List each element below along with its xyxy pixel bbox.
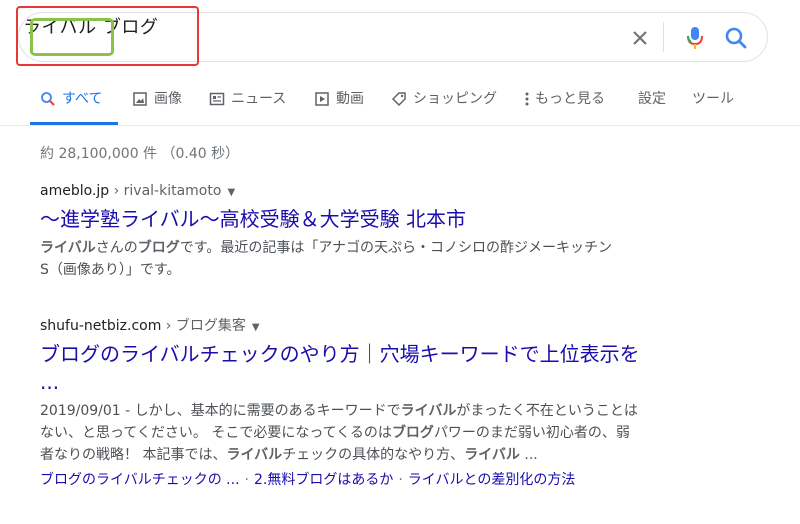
tab-label: もっと見る: [535, 91, 605, 107]
sitelink[interactable]: 2.無料ブログはあるか: [254, 472, 393, 488]
snippet-text: 2019/09/01 - しかし、基本的に需要のあるキーワードで: [40, 403, 401, 419]
tab-label: 画像: [154, 91, 182, 107]
tab-shopping[interactable]: ショッピング: [391, 88, 497, 124]
result-url[interactable]: ameblo.jp › rival-kitamoto ▼: [40, 181, 740, 201]
tab-label: 動画: [336, 91, 364, 107]
news-icon: [209, 92, 225, 106]
more-vert-icon: [525, 92, 529, 106]
result-title-line: ...: [40, 370, 60, 394]
snippet-bold: ライバル: [40, 240, 96, 256]
result-domain: shufu-netbiz.com: [40, 318, 162, 334]
search-tabs: すべて 画像 ニュース 動画 ショッピング もっと見る 設定 ツール: [0, 88, 800, 124]
snippet-text: パワーのまだ弱い初心者の、弱: [433, 425, 630, 441]
snippet-text: チェックの具体的なやり方、: [282, 447, 465, 463]
result-stats: 約 28,100,000 件 （0.40 秒）: [40, 146, 240, 162]
sitelink[interactable]: ブログのライバルチェックの ...: [40, 472, 240, 488]
tab-tools[interactable]: ツール: [692, 88, 734, 124]
search-icon: [41, 92, 55, 106]
result-snippet: 2019/09/01 - しかし、基本的に需要のあるキーワードでライバルがまった…: [40, 400, 740, 466]
tab-label: すべて: [62, 91, 103, 107]
tab-more[interactable]: もっと見る: [523, 88, 605, 124]
highlight-box-inner: [30, 18, 114, 56]
snippet-text: ...: [519, 447, 538, 463]
image-icon: [133, 92, 147, 106]
tab-label: ショッピング: [413, 91, 497, 107]
sitelink[interactable]: ライバルとの差別化の方法: [408, 472, 576, 488]
sitelink-separator: ·: [244, 472, 249, 488]
tab-images[interactable]: 画像: [132, 88, 182, 124]
tabs-divider: [0, 125, 800, 126]
search-result: ameblo.jp › rival-kitamoto ▼ ～進学塾ライバル～高校受…: [40, 181, 740, 281]
tag-icon: [391, 92, 406, 107]
snippet-bold: ライバル: [400, 403, 457, 419]
tab-settings[interactable]: 設定: [638, 88, 666, 124]
snippet-text: さんの: [95, 240, 138, 256]
snippet-bold: ライバル: [226, 447, 283, 463]
mic-icon[interactable]: [683, 25, 707, 51]
tab-label: ツール: [692, 91, 734, 107]
tab-videos[interactable]: 動画: [314, 88, 364, 124]
result-title-line: ブログのライバルチェックのやり方｜穴場キーワードで上位表示を: [40, 342, 640, 366]
search-result: shufu-netbiz.com › ブログ集客 ▼ ブログのライバルチェックのや…: [40, 316, 740, 490]
sitelinks: ブログのライバルチェックの ... · 2.無料ブログはあるか · ライバルとの差別化の…: [40, 470, 740, 490]
snippet-text: ない、と思ってください。 そこで必要になってくるのは: [40, 425, 392, 441]
search-icon[interactable]: [723, 25, 749, 51]
caret-down-icon[interactable]: ▼: [227, 187, 235, 198]
snippet-bold: ライバル: [464, 447, 520, 463]
snippet-bold: ブログ: [137, 240, 180, 256]
result-path: › rival-kitamoto: [109, 183, 222, 199]
caret-down-icon[interactable]: ▼: [252, 322, 260, 333]
tab-all[interactable]: すべて: [40, 88, 102, 124]
snippet-bold: ブログ: [391, 425, 434, 441]
tab-news[interactable]: ニュース: [209, 88, 286, 124]
close-icon[interactable]: [628, 26, 652, 50]
result-url[interactable]: shufu-netbiz.com › ブログ集客 ▼: [40, 316, 740, 336]
snippet-text: です。最近の記事は「アナゴの天ぷら・コノシロの酢ジメーキッチン: [179, 240, 613, 256]
result-title[interactable]: ブログのライバルチェックのやり方｜穴場キーワードで上位表示を ...: [40, 340, 740, 396]
searchbox-divider: [663, 22, 664, 52]
snippet-text: がまったく不在ということは: [456, 403, 638, 419]
result-snippet: ライバルさんのブログです。最近の記事は「アナゴの天ぷら・コノシロの酢ジメーキッチ…: [40, 237, 740, 281]
sitelink-separator: ·: [398, 472, 403, 488]
snippet-text: S（画像あり）」です。: [40, 262, 181, 278]
snippet-text: 者なりの戦略！ 本記事では、: [40, 447, 227, 463]
result-path: › ブログ集客: [161, 318, 246, 334]
result-title[interactable]: ～進学塾ライバル～高校受験＆大学受験 北本市: [40, 205, 740, 233]
result-domain: ameblo.jp: [40, 183, 110, 199]
tab-label: ニュース: [231, 91, 287, 107]
tab-label: 設定: [638, 91, 666, 107]
video-icon: [315, 92, 329, 106]
